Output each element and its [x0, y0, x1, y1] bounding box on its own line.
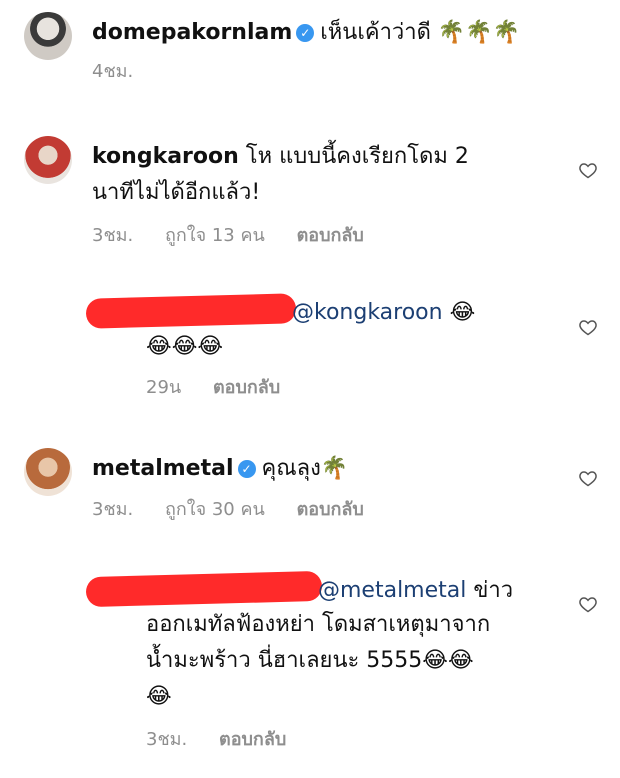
- likes-count[interactable]: ถูกใจ 30 คน: [165, 499, 265, 520]
- comment-text: คุณลุง🌴: [261, 456, 349, 481]
- reply-button[interactable]: ตอบกลับ: [297, 225, 364, 246]
- timestamp: 3ชม.: [146, 729, 188, 750]
- reply-button[interactable]: ตอบกลับ: [213, 377, 280, 398]
- reply-button[interactable]: ตอบกลับ: [297, 499, 364, 520]
- timestamp: 29น: [146, 377, 182, 398]
- heart-icon[interactable]: [578, 594, 598, 614]
- comment-text: 😂: [449, 300, 476, 325]
- timestamp: 3ชม.: [92, 225, 134, 246]
- redaction-mark: [85, 570, 323, 608]
- redaction-mark: [85, 293, 297, 329]
- reply-button[interactable]: ตอบกลับ: [219, 729, 286, 750]
- comment-text: 😂😂😂: [146, 334, 224, 359]
- mention-link[interactable]: @metalmetal: [318, 578, 466, 603]
- heart-icon[interactable]: [578, 317, 598, 337]
- username[interactable]: domepakornlam: [92, 20, 292, 45]
- comment-text: 😂: [146, 684, 172, 709]
- avatar[interactable]: [24, 136, 72, 184]
- heart-icon[interactable]: [578, 468, 598, 488]
- likes-count[interactable]: ถูกใจ 13 คน: [165, 225, 265, 246]
- heart-icon[interactable]: [578, 160, 598, 180]
- avatar[interactable]: [24, 448, 72, 496]
- comment-text: โห แบบนี้คงเรียกโดม 2: [245, 144, 469, 169]
- username[interactable]: kongkaroon: [92, 144, 239, 169]
- verified-icon: ✓: [296, 24, 315, 42]
- comment-text: ข่าว: [473, 578, 514, 603]
- avatar[interactable]: [24, 12, 72, 60]
- comment-text: นาทีไม่ได้อีกแล้ว!: [92, 180, 261, 205]
- comment-text: น้ำมะพร้าว นี่ฮาเลยนะ 5555😂😂: [146, 648, 474, 673]
- username[interactable]: metalmetal: [92, 456, 234, 481]
- caption-text: เห็นเค้าว่าดี 🌴🌴🌴: [320, 20, 521, 45]
- comment-text: ออกเมทัลฟ้องหย่า โดมสาเหตุมาจาก: [146, 612, 491, 637]
- timestamp: 3ชม.: [92, 499, 134, 520]
- mention-link[interactable]: @kongkaroon: [292, 300, 443, 325]
- verified-icon: ✓: [237, 460, 256, 478]
- timestamp: 4ชม.: [92, 61, 134, 82]
